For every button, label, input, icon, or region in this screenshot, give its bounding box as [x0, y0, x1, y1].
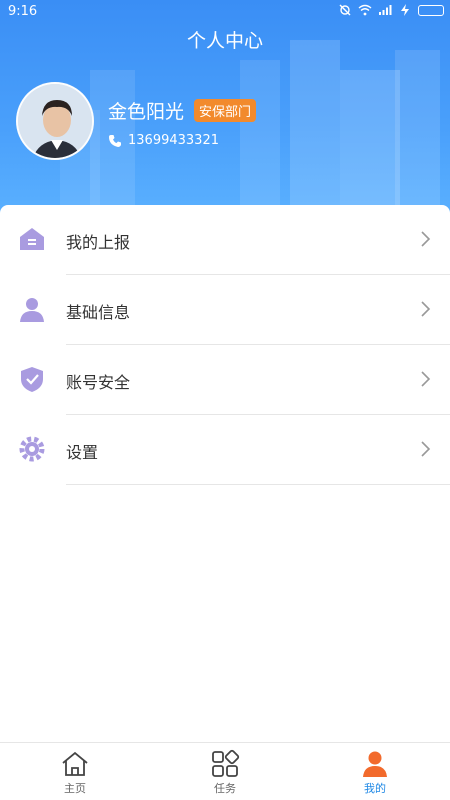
menu-item-label: 基础信息 [66, 303, 131, 322]
menu-item-account-security[interactable]: 账号安全 [0, 345, 450, 415]
bottom-tab-bar: 主页 任务 我的 [0, 742, 450, 800]
phone-row: 13699433321 [108, 133, 219, 148]
user-profile-icon [20, 298, 44, 322]
background-building [290, 40, 340, 215]
chevron-right-icon [421, 231, 431, 247]
shield-check-icon [21, 367, 43, 392]
menu-item-label: 我的上报 [66, 233, 131, 252]
home-icon [62, 751, 88, 776]
tab-mine[interactable]: 我的 [300, 747, 450, 799]
menu-item-basic-info[interactable]: 基础信息 [0, 275, 450, 345]
signal-icon [379, 5, 392, 15]
page-title: 个人中心 [186, 30, 263, 52]
profile-header: 9:16 个人中心 金色阳光 安保部门 13699433321 [0, 0, 450, 215]
gear-icon [19, 436, 45, 462]
tab-label: 任务 [214, 782, 236, 795]
divider [66, 484, 450, 485]
status-bar: 9:16 [0, 0, 450, 24]
phone-number: 13699433321 [128, 133, 219, 148]
wifi-icon [358, 4, 372, 16]
chevron-right-icon [421, 371, 431, 387]
tab-label: 我的 [364, 782, 386, 795]
menu-item-settings[interactable]: 设置 [0, 415, 450, 485]
menu-item-my-reports[interactable]: 我的上报 [0, 205, 450, 275]
grid-icon [212, 749, 240, 777]
user-name: 金色阳光 [108, 101, 185, 123]
tab-tasks[interactable]: 任务 [150, 747, 300, 799]
background-building [240, 60, 280, 215]
menu-card: 我的上报 基础信息 账号安全 设置 [0, 205, 450, 745]
tab-label: 主页 [64, 782, 86, 795]
avatar[interactable] [16, 82, 94, 160]
background-building [395, 50, 440, 215]
battery-icon [418, 4, 444, 16]
menu-item-label: 账号安全 [66, 373, 131, 392]
silent-icon [339, 4, 351, 16]
status-time: 9:16 [8, 4, 38, 19]
house-report-icon [20, 228, 44, 250]
chevron-right-icon [421, 301, 431, 317]
person-icon [363, 751, 387, 777]
charging-icon [401, 4, 409, 16]
phone-icon [109, 134, 121, 147]
background-building [340, 70, 400, 215]
department-badge: 安保部门 [194, 99, 257, 122]
tab-home[interactable]: 主页 [0, 747, 150, 799]
chevron-right-icon [421, 441, 431, 457]
status-icons [338, 4, 444, 16]
menu-item-label: 设置 [66, 443, 99, 462]
